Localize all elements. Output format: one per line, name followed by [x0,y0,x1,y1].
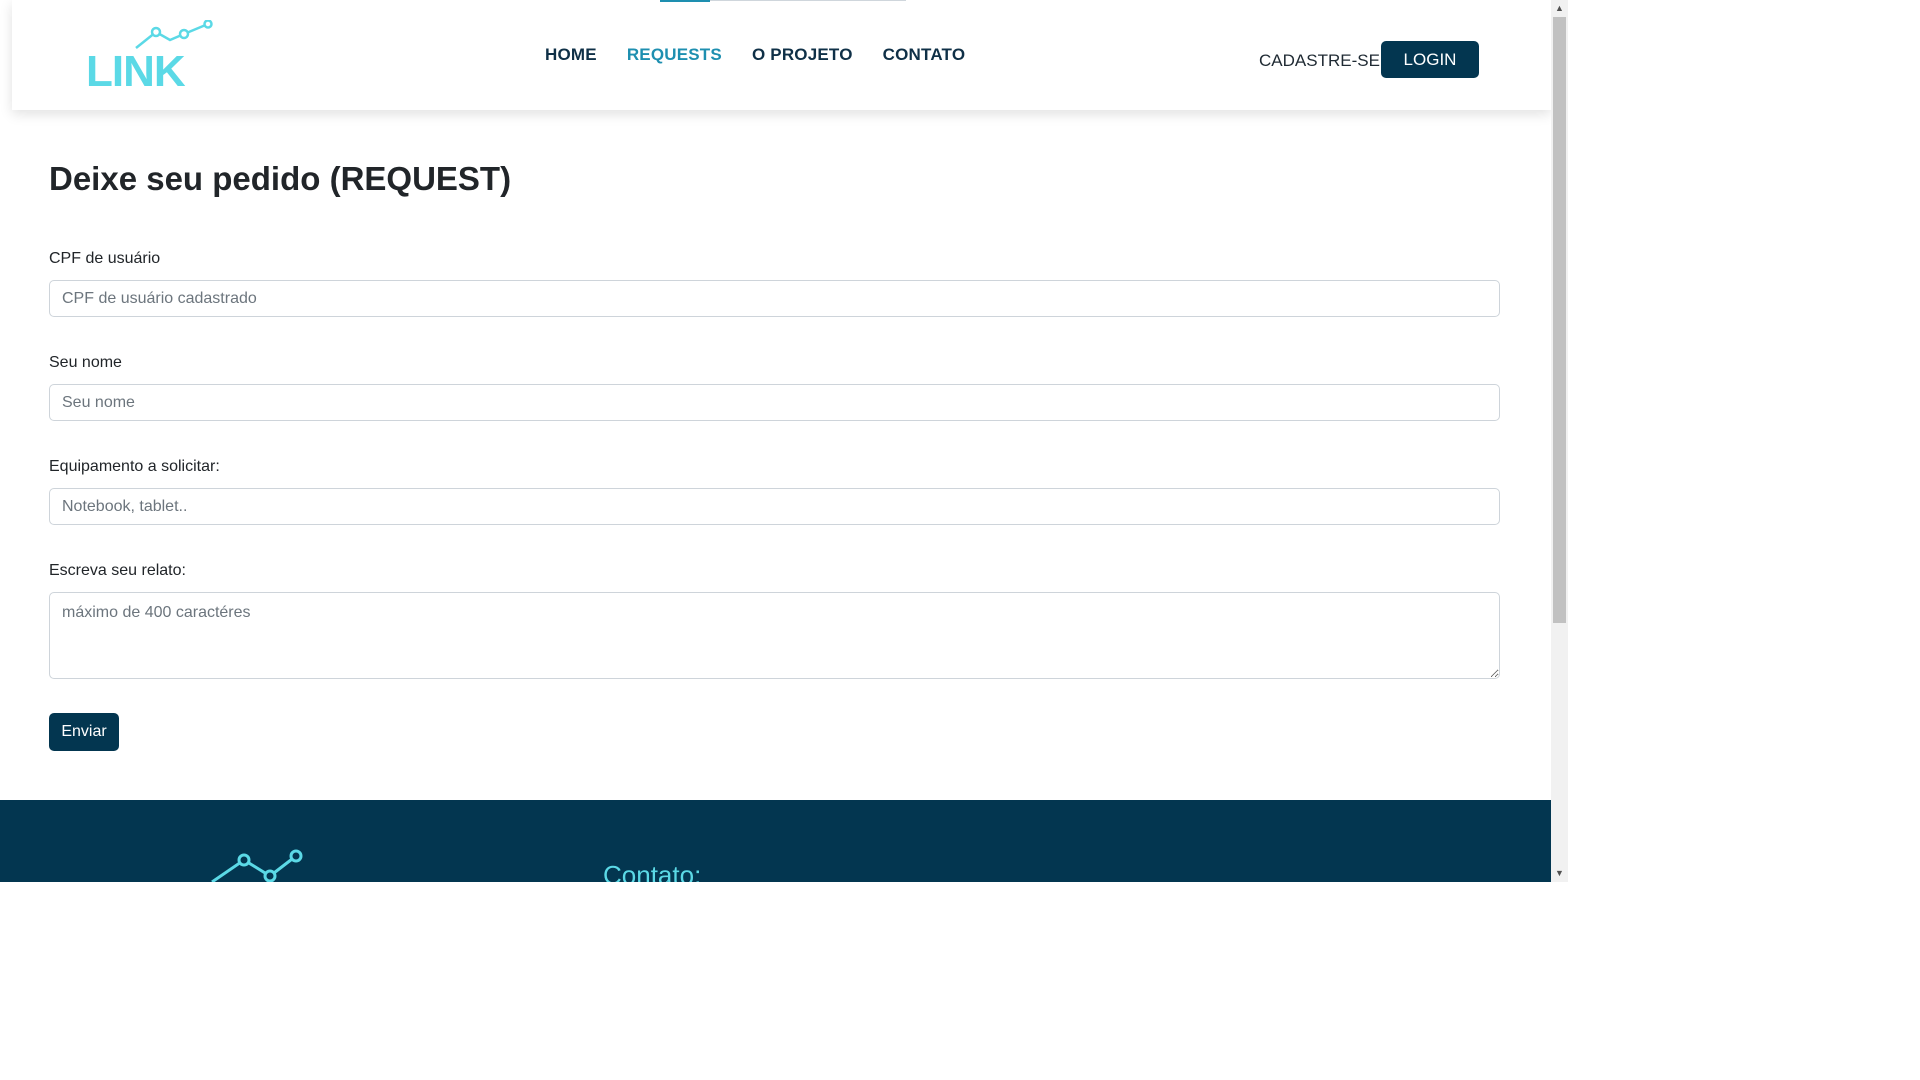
logo-text: LINK [86,47,186,96]
login-button[interactable]: LOGIN [1381,41,1479,78]
report-textarea[interactable] [49,592,1500,679]
report-label: Escreva seu relato: [49,562,186,579]
scrollbar-thumb[interactable] [1553,17,1566,623]
equipment-label: Equipamento a solicitar: [49,458,220,475]
submit-button[interactable]: Enviar [49,713,119,751]
nav-item-contato[interactable]: CONTATO [883,45,966,65]
cpf-label: CPF de usuário [49,250,161,267]
brand-logo[interactable]: LINK [84,20,213,94]
page: LINK HOME REQUESTS O PROJETO CONTATO CAD… [0,0,1551,882]
cpf-input[interactable] [49,280,1500,317]
nav-item-o-projeto[interactable]: O PROJETO [752,45,853,65]
top-progress-indicator [660,0,906,2]
nav-item-home[interactable]: HOME [545,45,597,65]
signup-link[interactable]: CADASTRE-SE [1259,51,1380,71]
equipment-input[interactable] [49,488,1500,525]
name-input[interactable] [49,384,1500,421]
nav-item-requests[interactable]: REQUESTS [627,45,722,65]
main-nav: HOME REQUESTS O PROJETO CONTATO [545,45,995,65]
triangle-up-icon[interactable]: ▲ [1551,0,1568,17]
page-title: Deixe seu pedido (REQUEST) [49,160,512,197]
footer-contact-title: Contato: [603,860,702,882]
vertical-scrollbar[interactable]: ▲ ▼ [1551,0,1568,882]
site-footer: Contato: [0,800,1551,882]
top-progress-active [660,0,710,2]
footer-logo-chart-icon [211,849,303,882]
site-header: LINK HOME REQUESTS O PROJETO CONTATO CAD… [12,0,1551,110]
triangle-down-icon[interactable]: ▼ [1551,865,1568,882]
name-label: Seu nome [49,354,122,371]
